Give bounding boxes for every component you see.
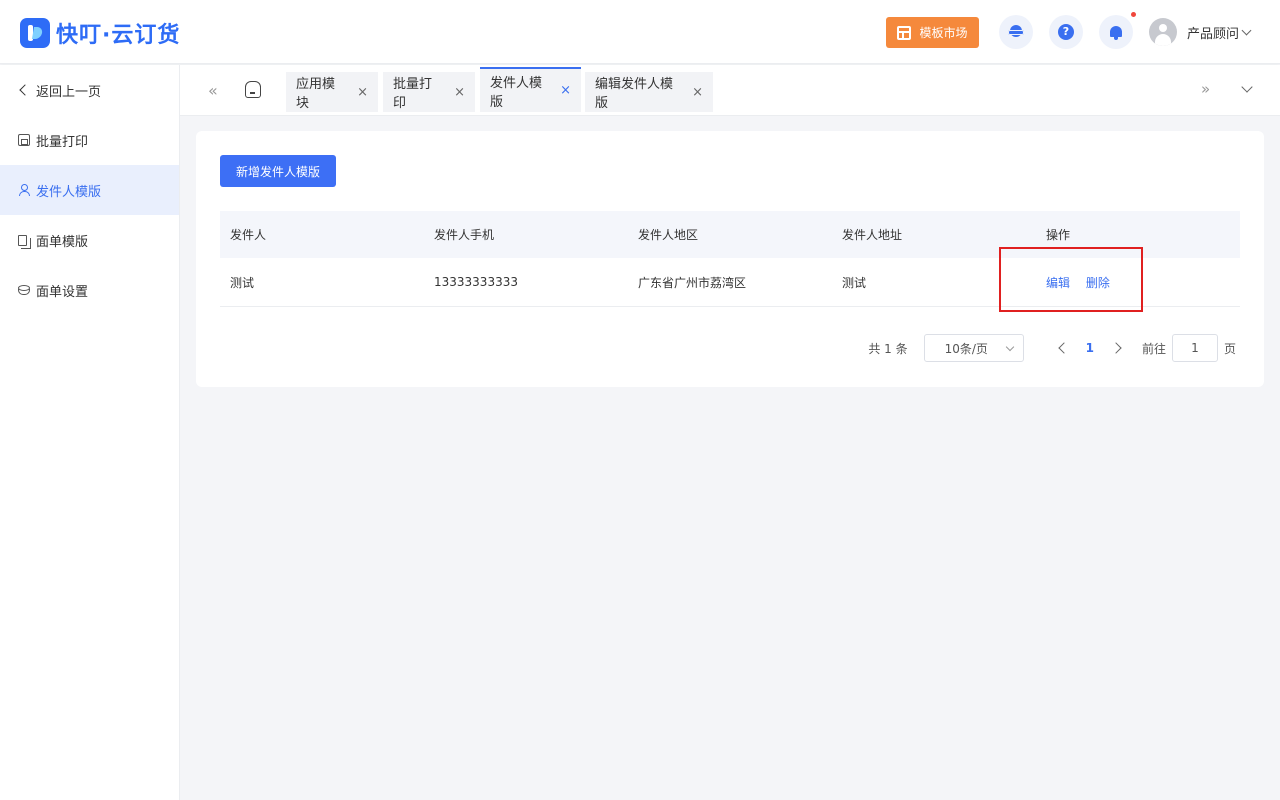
help-icon: ? [1058, 24, 1074, 40]
tab-edit-sender-template[interactable]: 编辑发件人模版 × [585, 72, 713, 112]
tab-label: 编辑发件人模版 [595, 77, 674, 111]
page-suffix: 页 [1223, 341, 1236, 356]
tab-label: 应用模块 [296, 77, 336, 111]
app-logo[interactable]: 快叮·云订货 [20, 17, 180, 49]
notification-dot [1131, 12, 1136, 17]
tab-app-modules[interactable]: 应用模块 × [286, 72, 378, 112]
layout-icon [897, 25, 912, 40]
sender-cell: 测试 [230, 275, 255, 290]
logo-text: 快叮·云订货 [56, 23, 181, 48]
chevron-down-icon [1241, 25, 1252, 35]
logo-icon [20, 18, 50, 48]
goto-label: 前往 [1141, 341, 1166, 356]
goto-page-input[interactable]: 1 [1171, 334, 1218, 362]
sidebar: 返回上一页 批量打印 发件人模版 面单模版 面单设置 [0, 65, 180, 800]
close-icon[interactable]: × [454, 85, 465, 100]
close-icon[interactable]: × [560, 83, 571, 98]
tab-label: 发件人模版 [490, 75, 543, 110]
column-header: 发件人手机 [434, 228, 495, 242]
tab-label: 批量打印 [393, 77, 433, 111]
template-market-label: 模板市场 [919, 26, 968, 40]
prev-page-icon[interactable] [1057, 342, 1070, 354]
tab-bar: « 应用模块 × 批量打印 × 发件人模版 × 编辑发件人模版 × » [180, 65, 1280, 116]
column-header: 发件人 [230, 228, 267, 242]
settings-stack-icon [18, 284, 30, 296]
document-icon [18, 234, 31, 249]
sidebar-item-label: 面单模版 [36, 234, 89, 250]
user-name: 产品顾问 [1187, 26, 1240, 42]
region-cell: 广东省广州市荔湾区 [638, 275, 747, 290]
sidebar-item-sender-template[interactable]: 发件人模版 [0, 165, 179, 215]
sidebar-item-back[interactable]: 返回上一页 [0, 65, 179, 115]
top-header: 快叮·云订货 模板市场 ? 产品顾问 [0, 0, 1280, 64]
column-header: 操作 [1046, 228, 1071, 242]
sidebar-item-label: 发件人模版 [36, 184, 102, 200]
home-icon[interactable] [245, 81, 261, 98]
double-chevron-right-icon[interactable]: » [1201, 80, 1210, 98]
column-header: 发件人地址 [842, 228, 903, 242]
user-icon [18, 184, 30, 196]
sidebar-item-batch-print[interactable]: 批量打印 [0, 115, 179, 165]
goto-page-value: 1 [1191, 341, 1199, 355]
double-chevron-left-icon[interactable]: « [208, 81, 218, 100]
tab-batch-print[interactable]: 批量打印 × [383, 72, 475, 112]
chevron-down-icon[interactable] [1241, 81, 1253, 93]
sidebar-item-label: 返回上一页 [36, 84, 102, 100]
avatar [1149, 18, 1177, 46]
close-icon[interactable]: × [357, 85, 368, 100]
page-size-select[interactable]: 10条/页 [923, 334, 1024, 362]
add-sender-template-button[interactable]: 新增发件人模版 [220, 155, 336, 187]
pagination: 共 1 条 10条/页 1 前往 1 页 [868, 334, 1236, 362]
notifications-button[interactable] [1099, 15, 1133, 49]
phone-cell: 13333333333 [434, 275, 518, 289]
next-page-icon[interactable] [1110, 342, 1122, 354]
page-size-value: 10条/页 [944, 341, 988, 356]
total-count: 共 1 条 [868, 341, 908, 356]
tab-sender-template[interactable]: 发件人模版 × [480, 67, 581, 112]
printer-icon [18, 134, 30, 146]
sidebar-item-waybill-settings[interactable]: 面单设置 [0, 265, 179, 315]
user-menu[interactable]: 产品顾问 [1149, 18, 1252, 46]
help-button[interactable]: ? [1049, 15, 1083, 49]
back-icon [18, 84, 30, 96]
template-market-button[interactable]: 模板市场 [886, 17, 979, 48]
column-header: 发件人地区 [638, 228, 699, 242]
headset-icon [1008, 25, 1024, 39]
sidebar-item-label: 批量打印 [36, 134, 89, 150]
highlight-box [999, 247, 1143, 312]
bell-icon [1109, 25, 1123, 40]
customer-service-button[interactable] [999, 15, 1033, 49]
sidebar-item-waybill-template[interactable]: 面单模版 [0, 215, 179, 265]
close-icon[interactable]: × [692, 85, 703, 100]
current-page[interactable]: 1 [1086, 341, 1094, 355]
sidebar-item-label: 面单设置 [36, 284, 89, 300]
